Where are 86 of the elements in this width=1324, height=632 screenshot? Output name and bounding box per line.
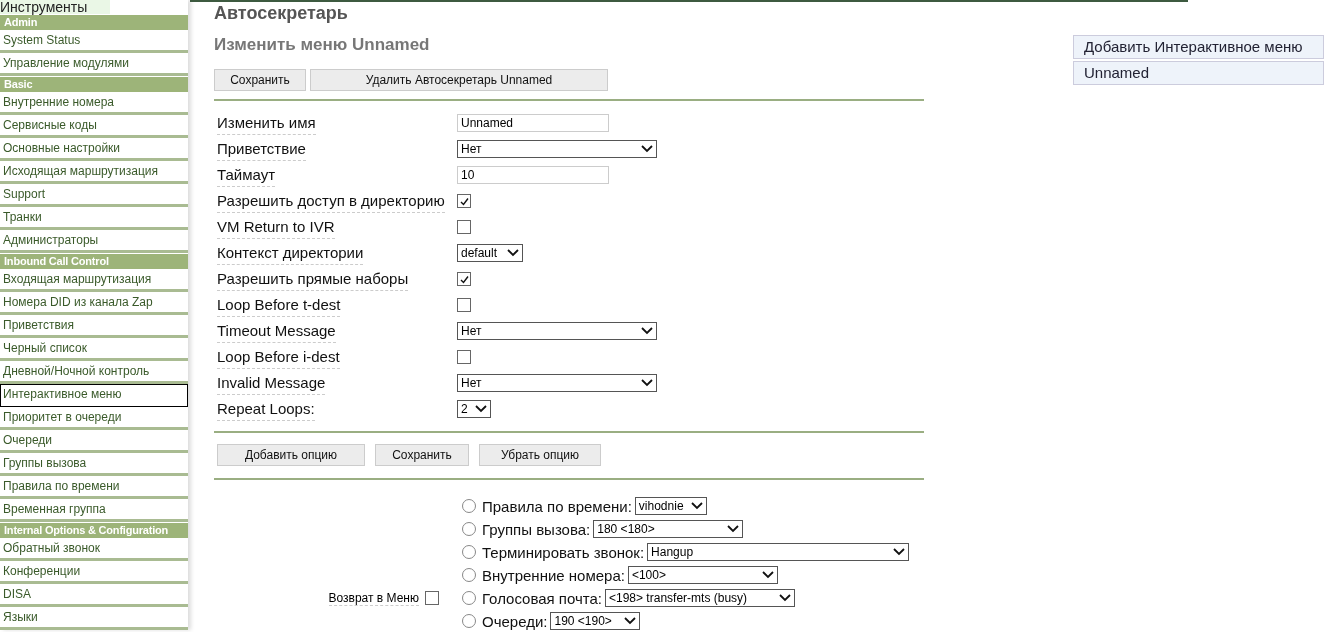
sidebar-item[interactable]: Приоритет в очереди	[0, 407, 188, 430]
field-label: Разрешить доступ в директорию	[217, 190, 445, 213]
dropdown[interactable]: Нет	[457, 322, 657, 340]
sidebar-item[interactable]: Языки	[0, 607, 188, 630]
dropdown[interactable]: <100>	[627, 566, 778, 584]
field-label: Loop Before t-dest	[217, 294, 341, 317]
form-button[interactable]: Удалить Автосекретарь Unnamed	[310, 69, 608, 91]
option-label: Голосовая почта:	[482, 589, 602, 607]
dropdown-caret-icon	[507, 249, 519, 257]
dropdown[interactable]: vihodnie	[634, 497, 707, 515]
field-label: Разрешить прямые наборы	[217, 268, 409, 291]
checkbox[interactable]	[457, 194, 471, 208]
sidebar-item[interactable]: Основные настройки	[0, 138, 188, 161]
menu-item[interactable]: Добавить Интерактивное меню	[1073, 35, 1324, 59]
field-label: Repeat Loops:	[217, 398, 315, 421]
sidebar-item[interactable]: Внутренние номера	[0, 92, 188, 115]
dropdown-caret-icon	[624, 617, 637, 625]
option-label: Внутренние номера:	[482, 566, 625, 584]
sidebar-item[interactable]: Входящая маршрутизация	[0, 269, 188, 292]
dropdown[interactable]: 2	[457, 400, 491, 418]
sidebar-item[interactable]: Приветствия	[0, 315, 188, 338]
sidebar-item[interactable]: System Status	[0, 30, 188, 53]
option-label: Терминировать звонок:	[482, 543, 645, 561]
sidebar-tab[interactable]: Инструменты	[0, 0, 110, 14]
field-label: Приветствие	[217, 138, 306, 161]
form-button[interactable]: Сохранить	[375, 444, 469, 466]
checkbox[interactable]	[425, 591, 439, 605]
check-mark-icon	[459, 196, 469, 206]
sidebar-item[interactable]: Правила по времени	[0, 476, 188, 499]
dropdown[interactable]: Нет	[457, 140, 657, 158]
form-button[interactable]: Сохранить	[214, 69, 306, 91]
form-button[interactable]: Добавить опцию	[217, 444, 365, 466]
field-label: VM Return to IVR	[217, 216, 335, 239]
section-header: Admin	[0, 15, 188, 30]
dropdown-caret-icon	[893, 548, 906, 556]
checkbox[interactable]	[457, 298, 471, 312]
dropdown-caret-icon	[641, 145, 653, 153]
section-header: Internal Options & Configuration	[0, 523, 188, 538]
sidebar-item[interactable]: Исходящая маршрутизация	[0, 161, 188, 184]
sidebar-item[interactable]: Номера DID из канала Zap	[0, 292, 188, 315]
dropdown-caret-icon	[641, 379, 653, 387]
field-label: Invalid Message	[217, 372, 326, 395]
field-label: Изменить имя	[217, 112, 316, 135]
dropdown[interactable]: Hangup	[647, 543, 910, 561]
sidebar-item[interactable]: DISA	[0, 584, 188, 607]
section-title: Изменить меню Unnamed	[214, 35, 431, 55]
text-field[interactable]: Unnamed	[457, 114, 609, 132]
sidebar-item[interactable]: Конференции	[0, 561, 188, 584]
checkbox[interactable]	[457, 350, 471, 364]
checkbox[interactable]	[457, 220, 471, 234]
dropdown-caret-icon	[761, 571, 774, 579]
sidebar-item[interactable]: Обратный звонок	[0, 538, 188, 561]
dropdown-caret-icon	[779, 594, 791, 602]
section-header: Basic	[0, 77, 188, 92]
checkbox[interactable]	[457, 272, 471, 286]
menu-item[interactable]: Unnamed	[1073, 61, 1324, 85]
field-label: Контекст директории	[217, 242, 364, 265]
option-label: Очереди:	[482, 612, 548, 630]
section-header: Inbound Call Control	[0, 254, 188, 269]
dropdown-caret-icon	[641, 327, 653, 335]
dropdown-caret-icon	[727, 525, 740, 533]
option-label: Правила по времени:	[482, 497, 632, 515]
dropdown[interactable]: 190 <190>	[550, 612, 641, 630]
field-label: Возврат в Меню	[328, 590, 419, 606]
field-label: Timeout Message	[217, 320, 336, 343]
sidebar-item[interactable]: Support	[0, 184, 188, 207]
text-field[interactable]: 10	[457, 166, 609, 184]
dropdown[interactable]: Нет	[457, 374, 657, 392]
field-label: Таймаут	[217, 164, 276, 187]
dropdown[interactable]: 180 <180>	[593, 520, 744, 538]
sidebar-item[interactable]: Черный список	[0, 338, 188, 361]
dropdown[interactable]: default	[457, 244, 523, 262]
sidebar-item[interactable]: Группы вызова	[0, 453, 188, 476]
sidebar-item[interactable]: Интерактивное меню	[0, 384, 188, 407]
sidebar-item[interactable]: Сервисные коды	[0, 115, 188, 138]
form-button[interactable]: Убрать опцию	[479, 444, 601, 466]
sidebar-item[interactable]: Транки	[0, 207, 188, 230]
page-title: Автосекретарь	[214, 3, 349, 23]
sidebar-item[interactable]: Дневной/Ночной контроль	[0, 361, 188, 384]
option-label: Группы вызова:	[482, 520, 591, 538]
dropdown-caret-icon	[690, 502, 703, 510]
check-mark-icon	[459, 274, 469, 284]
sidebar-item[interactable]: Очереди	[0, 430, 188, 453]
field-label: Loop Before i-dest	[217, 346, 340, 369]
dropdown-caret-icon	[475, 405, 487, 413]
dropdown[interactable]: <198> transfer-mts (busy)	[605, 589, 795, 607]
